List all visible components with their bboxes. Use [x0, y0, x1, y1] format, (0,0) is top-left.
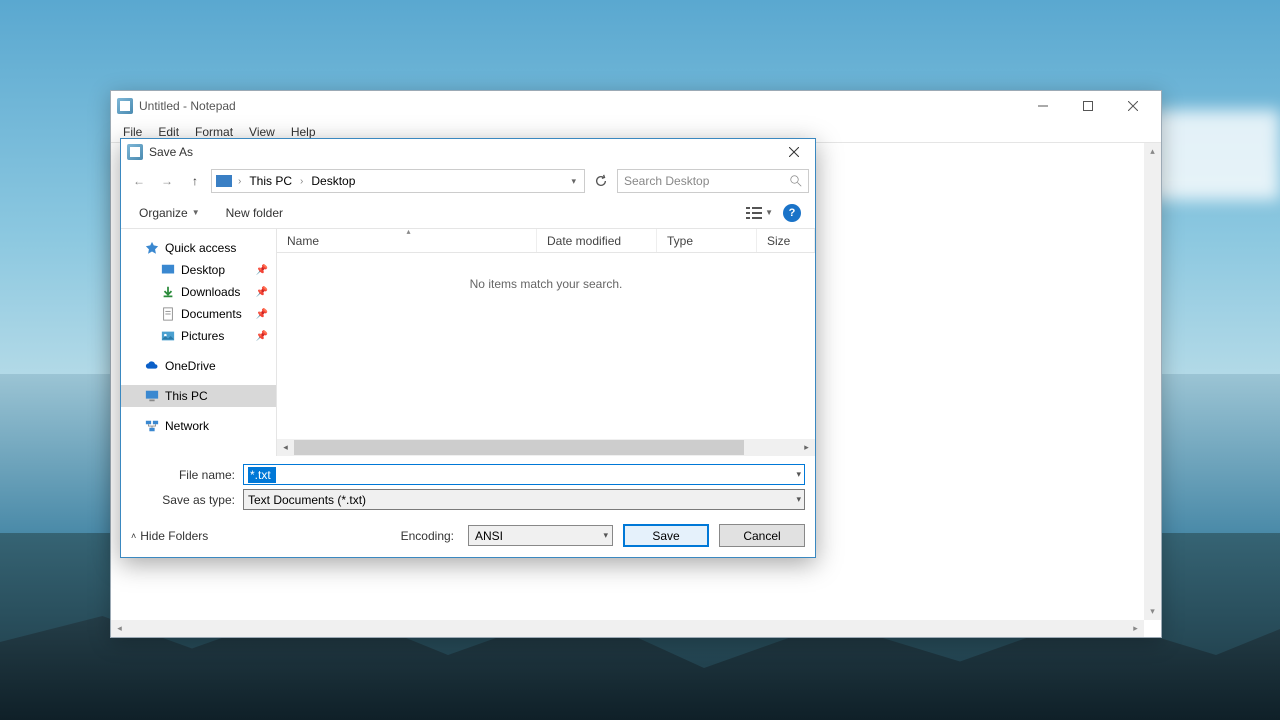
filename-input[interactable]: ▾	[243, 464, 805, 485]
scroll-up-icon[interactable]: ▴	[1144, 143, 1161, 160]
dialog-footer: ˄ Hide Folders Encoding: ANSI ▾ Save Can…	[121, 514, 815, 557]
tree-documents[interactable]: Documents 📌	[121, 303, 276, 325]
star-icon	[145, 241, 159, 255]
pin-icon: 📌	[256, 265, 268, 276]
breadcrumb-desktop[interactable]: Desktop	[307, 174, 359, 188]
cloud-icon	[145, 359, 159, 373]
empty-message: No items match your search.	[277, 253, 815, 439]
search-input[interactable]: Search Desktop	[617, 169, 809, 193]
encoding-label: Encoding:	[401, 529, 454, 543]
minimize-button[interactable]	[1020, 91, 1065, 121]
network-icon	[145, 419, 159, 433]
column-name[interactable]: Name ▴	[277, 229, 537, 252]
save-as-dialog: Save As ← → ↑ › This PC › Desktop ▾ Sear…	[120, 138, 816, 558]
tree-onedrive[interactable]: OneDrive	[121, 355, 276, 377]
cancel-button[interactable]: Cancel	[719, 524, 805, 547]
pictures-icon	[161, 329, 175, 343]
chevron-down-icon[interactable]: ▾	[603, 530, 608, 541]
close-button[interactable]	[1110, 91, 1155, 121]
scroll-left-icon[interactable]: ◂	[277, 439, 294, 456]
dialog-close-button[interactable]	[779, 141, 809, 163]
column-date[interactable]: Date modified	[537, 229, 657, 252]
help-button[interactable]: ?	[783, 204, 801, 222]
desktop-icon	[161, 263, 175, 277]
tree-desktop[interactable]: Desktop 📌	[121, 259, 276, 281]
dialog-title: Save As	[149, 145, 193, 159]
tree-this-pc[interactable]: This PC	[121, 385, 276, 407]
chevron-up-icon: ˄	[131, 531, 136, 541]
scroll-down-icon[interactable]: ▾	[1144, 603, 1161, 620]
breadcrumb[interactable]: › This PC › Desktop ▾	[211, 169, 585, 193]
vertical-scrollbar[interactable]: ▴ ▾	[1144, 143, 1161, 620]
filename-label: File name:	[131, 468, 243, 482]
column-size[interactable]: Size	[757, 229, 815, 252]
horizontal-scrollbar[interactable]: ◂ ▸	[111, 620, 1144, 637]
pin-icon: 📌	[256, 287, 268, 298]
dialog-titlebar[interactable]: Save As	[121, 139, 815, 165]
pc-icon	[145, 389, 159, 403]
hide-folders-button[interactable]: ˄ Hide Folders	[131, 529, 208, 543]
document-icon	[161, 307, 175, 321]
save-button[interactable]: Save	[623, 524, 709, 547]
dialog-icon	[127, 144, 143, 160]
refresh-button[interactable]	[589, 169, 613, 193]
file-list: Name ▴ Date modified Type Size No items …	[277, 229, 815, 456]
notepad-titlebar[interactable]: Untitled - Notepad	[111, 91, 1161, 121]
search-placeholder: Search Desktop	[624, 174, 709, 188]
view-options-button[interactable]: ▼	[746, 206, 773, 220]
encoding-select[interactable]: ANSI ▾	[468, 525, 613, 546]
breadcrumb-this-pc[interactable]: This PC	[245, 174, 296, 188]
notepad-icon	[117, 98, 133, 114]
notepad-title: Untitled - Notepad	[139, 99, 236, 113]
dialog-content: Quick access Desktop 📌 Downloads 📌 Docum…	[121, 229, 815, 456]
chevron-down-icon[interactable]: ▾	[796, 469, 801, 480]
scrollbar-thumb[interactable]	[294, 440, 744, 455]
organize-button[interactable]: Organize ▼	[135, 203, 204, 223]
nav-forward-button[interactable]: →	[155, 169, 179, 193]
sort-ascending-icon: ▴	[407, 227, 411, 236]
tree-pictures[interactable]: Pictures 📌	[121, 325, 276, 347]
filename-field[interactable]	[248, 467, 276, 483]
chevron-down-icon: ▼	[765, 208, 773, 217]
type-label: Save as type:	[131, 493, 243, 507]
tree-downloads[interactable]: Downloads 📌	[121, 281, 276, 303]
column-type[interactable]: Type	[657, 229, 757, 252]
pc-icon	[216, 175, 232, 187]
tree-network[interactable]: Network	[121, 415, 276, 437]
scroll-right-icon[interactable]: ▸	[798, 439, 815, 456]
tree-quick-access[interactable]: Quick access	[121, 237, 276, 259]
breadcrumb-dropdown-icon[interactable]: ▾	[567, 176, 580, 187]
search-icon	[790, 175, 802, 187]
chevron-down-icon[interactable]: ▾	[796, 494, 801, 505]
form-area: File name: ▾ Save as type: Text Document…	[121, 456, 815, 514]
pin-icon: 📌	[256, 309, 268, 320]
nav-up-button[interactable]: ↑	[183, 169, 207, 193]
dialog-navbar: ← → ↑ › This PC › Desktop ▾ Search Deskt…	[121, 165, 815, 197]
new-folder-button[interactable]: New folder	[222, 203, 287, 223]
chevron-right-icon: ›	[236, 176, 243, 187]
column-headers: Name ▴ Date modified Type Size	[277, 229, 815, 253]
chevron-right-icon: ›	[298, 176, 305, 187]
save-as-type-select[interactable]: Text Documents (*.txt) ▾	[243, 489, 805, 510]
dialog-toolbar: Organize ▼ New folder ▼ ?	[121, 197, 815, 229]
file-list-scrollbar[interactable]: ◂ ▸	[277, 439, 815, 456]
pin-icon: 📌	[256, 331, 268, 342]
scroll-left-icon[interactable]: ◂	[111, 620, 128, 637]
chevron-down-icon: ▼	[192, 208, 200, 217]
download-icon	[161, 285, 175, 299]
maximize-button[interactable]	[1065, 91, 1110, 121]
navigation-tree: Quick access Desktop 📌 Downloads 📌 Docum…	[121, 229, 277, 456]
nav-back-button[interactable]: ←	[127, 169, 151, 193]
scroll-right-icon[interactable]: ▸	[1127, 620, 1144, 637]
